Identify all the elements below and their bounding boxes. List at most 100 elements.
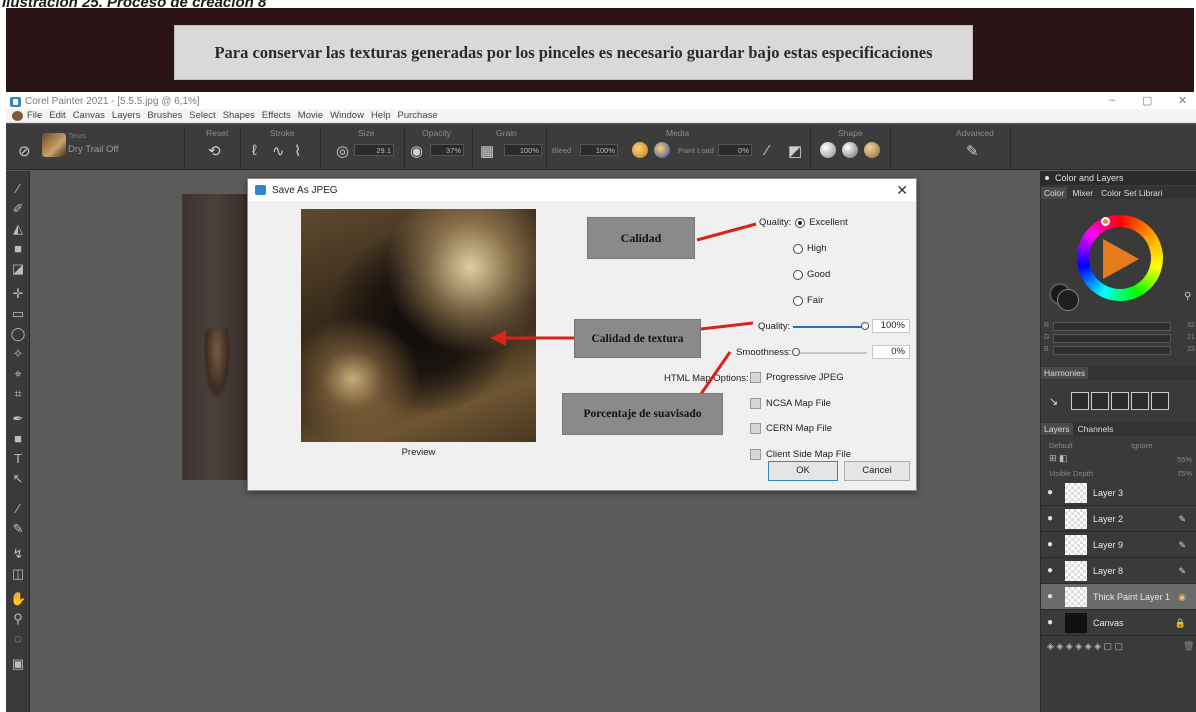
texture-quality-slider-knob[interactable] — [861, 322, 869, 330]
smoothness-value[interactable]: 0% — [872, 345, 910, 359]
grain-field[interactable]: 100% — [504, 144, 542, 156]
harmony-swatch[interactable] — [1111, 392, 1129, 410]
magic-wand-icon[interactable]: ✧ — [10, 346, 26, 362]
stroke-curve-icon[interactable]: ∿ — [272, 142, 285, 160]
client-side-map-label[interactable]: Client Side Map File — [766, 449, 851, 460]
minimize-button[interactable]: – — [1109, 94, 1115, 106]
green-slider[interactable] — [1053, 334, 1171, 343]
magnifier-tool-icon[interactable]: ⚲ — [10, 611, 26, 627]
layer-name[interactable]: Thick Paint Layer 1 — [1093, 592, 1170, 602]
red-slider[interactable] — [1053, 322, 1171, 331]
quality-fair-label[interactable]: Fair — [807, 295, 823, 306]
menu-effects[interactable]: Effects — [262, 110, 291, 121]
ignore-label[interactable]: Ignore — [1131, 441, 1152, 450]
color-variability-icon[interactable]: ⚲ — [1184, 291, 1191, 302]
grabber-tool-icon[interactable]: ✋ — [10, 591, 26, 607]
brush-variant-icon[interactable] — [42, 133, 66, 157]
dropper-tool-icon[interactable]: ✐ — [10, 201, 26, 217]
visibility-eye-icon[interactable]: ● — [1047, 591, 1053, 602]
menu-brushes[interactable]: Brushes — [147, 110, 182, 121]
quality-excellent-label[interactable]: Excellent — [809, 217, 848, 228]
layer-name[interactable]: Layer 3 — [1093, 488, 1123, 498]
menu-select[interactable]: Select — [189, 110, 215, 121]
ncsa-map-option[interactable]: NCSA Map File — [750, 398, 831, 409]
harmonies-header[interactable]: Harmonies — [1041, 366, 1196, 380]
menu-file[interactable]: File — [27, 110, 42, 121]
dodge-tool-icon[interactable]: ↯ — [10, 546, 26, 562]
delete-layer-icon[interactable]: 🗑 — [1183, 641, 1194, 652]
shape-selection-icon[interactable]: ↖ — [10, 471, 26, 487]
brush-tool-icon[interactable]: ⁄ — [10, 181, 26, 197]
harmony-swatch[interactable] — [1151, 392, 1169, 410]
paper-grain-icon[interactable]: ▦ — [480, 142, 494, 160]
progressive-jpeg-checkbox[interactable] — [750, 372, 761, 383]
stroke-freehand-icon[interactable]: ℓ — [252, 142, 257, 159]
visibility-eye-icon[interactable]: ● — [1047, 487, 1053, 498]
paint-load-field[interactable]: 0% — [718, 144, 752, 156]
maximize-button[interactable]: ▢ — [1142, 94, 1152, 107]
paper-color-icon[interactable]: ▣ — [10, 656, 26, 672]
quality-good-radio[interactable] — [793, 269, 803, 280]
shape-round-icon[interactable] — [820, 142, 836, 158]
red-value[interactable]: 32 — [1187, 322, 1195, 329]
shape-bristle-icon[interactable] — [864, 142, 880, 158]
layer-row[interactable]: ● Layer 8 ✎ — [1041, 558, 1196, 584]
layer-row[interactable]: ● Layer 9 ✎ — [1041, 532, 1196, 558]
mirror-tool-icon[interactable]: ◫ — [10, 566, 26, 582]
tab-layers[interactable]: Layers — [1041, 423, 1073, 435]
ok-button[interactable]: OK — [768, 461, 838, 481]
hue-ring-knob[interactable] — [1101, 217, 1110, 226]
layer-name[interactable]: Layer 2 — [1093, 514, 1123, 524]
tab-mixer[interactable]: Mixer — [1069, 187, 1096, 199]
shape-flat-icon[interactable] — [842, 142, 858, 158]
media-settings-icon[interactable]: ◩ — [788, 142, 802, 160]
text-tool-icon[interactable]: T — [10, 451, 26, 467]
cern-map-option[interactable]: CERN Map File — [750, 423, 832, 434]
menu-edit[interactable]: Edit — [49, 110, 65, 121]
client-side-map-checkbox[interactable] — [750, 449, 761, 460]
dialog-close-icon[interactable]: ✕ — [896, 182, 908, 199]
client-side-map-option[interactable]: Client Side Map File — [750, 449, 851, 460]
texture-quality-slider[interactable] — [793, 326, 867, 328]
quality-good-label[interactable]: Good — [807, 269, 830, 280]
progressive-jpeg-option[interactable]: Progressive JPEG — [750, 372, 844, 383]
gradient-tool-icon[interactable]: ■ — [10, 241, 26, 257]
tab-channels[interactable]: Channels — [1075, 423, 1117, 435]
visibility-eye-icon[interactable]: ● — [1047, 565, 1053, 576]
layer-opacity-value[interactable]: 55% — [1177, 455, 1192, 464]
layer-name[interactable]: Canvas — [1093, 618, 1124, 628]
paint-bucket-icon[interactable]: ◭ — [10, 221, 26, 237]
layer-commands-icons[interactable]: ◈ ◈ ◈ ◈ ◈ ◈ ▢ ▢ — [1047, 641, 1123, 652]
harmony-swatch[interactable] — [1131, 392, 1149, 410]
reset-brush-icon[interactable]: ⟲ — [208, 142, 221, 160]
menu-canvas[interactable]: Canvas — [73, 110, 105, 121]
quality-excellent-radio[interactable] — [795, 217, 806, 228]
stroke-straight-icon[interactable]: ⌇ — [294, 142, 301, 160]
quality-high-option[interactable]: High — [793, 243, 827, 254]
pen-tool-icon[interactable]: ✒ — [10, 411, 26, 427]
menu-help[interactable]: Help — [371, 110, 391, 121]
harmony-swatch[interactable] — [1091, 392, 1109, 410]
menu-window[interactable]: Window — [330, 110, 364, 121]
quality-high-label[interactable]: High — [807, 243, 827, 254]
quality-high-radio[interactable] — [793, 243, 803, 254]
menu-movie[interactable]: Movie — [298, 110, 323, 121]
visible-depth-value[interactable]: 75% — [1177, 469, 1192, 478]
brush-variant-name[interactable]: Dry Trail Off — [68, 144, 119, 155]
cern-map-label[interactable]: CERN Map File — [766, 423, 832, 434]
layer-row-selected[interactable]: ● Thick Paint Layer 1 ◉ — [1041, 584, 1196, 610]
selection-adjuster-icon[interactable]: ⌖ — [10, 366, 26, 382]
rectangle-select-icon[interactable]: ▭ — [10, 306, 26, 322]
harmonies-title[interactable]: Harmonies — [1041, 367, 1089, 379]
quality-fair-option[interactable]: Fair — [793, 295, 823, 306]
progressive-jpeg-label[interactable]: Progressive JPEG — [766, 372, 844, 383]
bleed-field[interactable]: 100% — [580, 144, 618, 156]
cern-map-checkbox[interactable] — [750, 423, 761, 434]
blue-value[interactable]: 23 — [1187, 346, 1195, 353]
color-wheel[interactable] — [1077, 215, 1163, 301]
media-color-icon[interactable] — [632, 142, 648, 158]
ncsa-map-checkbox[interactable] — [750, 398, 761, 409]
layer-lock-icons[interactable]: ⊞ ◧ — [1049, 453, 1068, 464]
lasso-tool-icon[interactable]: ◯ — [10, 326, 26, 342]
layer-row[interactable]: ● Layer 2 ✎ — [1041, 506, 1196, 532]
